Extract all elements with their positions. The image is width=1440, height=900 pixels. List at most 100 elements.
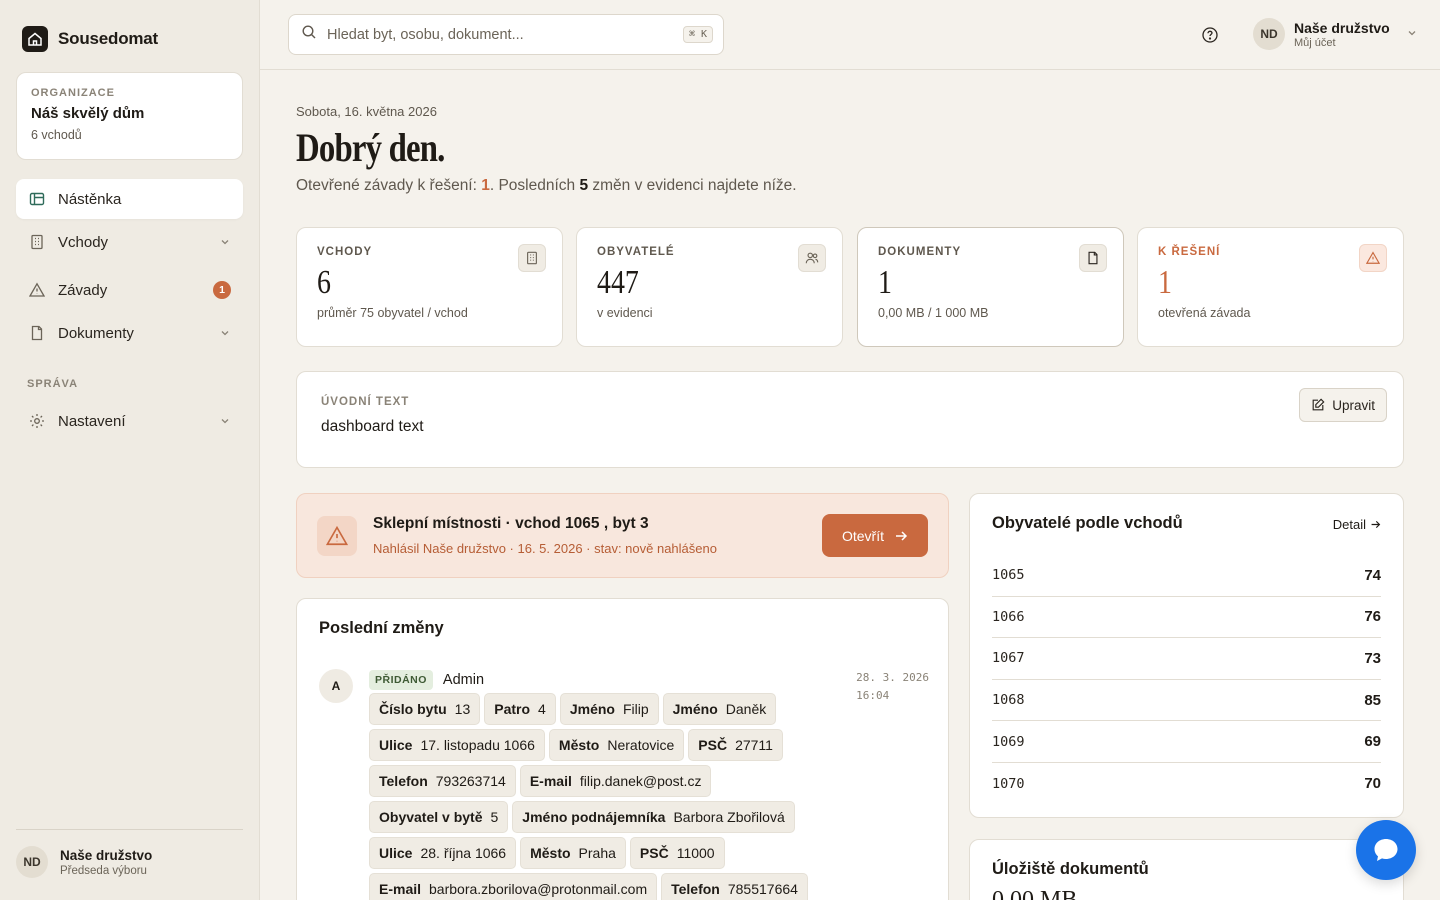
entrance-number: 1065	[992, 567, 1025, 584]
gear-icon	[28, 412, 46, 430]
field-value: Daněk	[725, 701, 767, 717]
avatar: ND	[16, 846, 48, 878]
search-box[interactable]: ⌘ K	[288, 14, 724, 55]
status-badge: PŘIDÁNO	[369, 670, 433, 690]
entrance-number: 1066	[992, 608, 1025, 625]
account-menu[interactable]: ND Naše družstvo Můj účet	[1253, 18, 1417, 50]
help-button[interactable]	[1200, 25, 1220, 45]
field-value: 27711	[735, 737, 773, 753]
intro-label: ÚVODNÍ TEXT	[321, 396, 410, 408]
edit-label: Upravit	[1332, 397, 1375, 413]
change-field-chip: E-mail filip.danek@post.cz	[519, 765, 712, 797]
field-key: Obyvatel v bytě	[379, 809, 483, 825]
arrow-right-icon	[1371, 520, 1381, 529]
topbar: ⌘ K ND Naše družstvo Můj účet	[260, 0, 1440, 70]
field-value: 785517664	[727, 881, 798, 897]
field-value: 5	[490, 809, 499, 825]
section-label-admin: SPRÁVA	[27, 378, 79, 390]
residents-row[interactable]: 1068 85	[992, 680, 1381, 722]
residents-row[interactable]: 1067 73	[992, 638, 1381, 680]
edit-intro-button[interactable]: Upravit	[1299, 388, 1387, 422]
avatar: A	[319, 669, 353, 703]
organization-sub: 6 vchodů	[31, 128, 82, 142]
stat-sub: otevřená závada	[1158, 306, 1251, 320]
residents-by-entrance-card: Obyvatelé podle vchodů Detail 1065 74 1066…	[969, 493, 1404, 818]
entrance-number: 1069	[992, 733, 1025, 750]
stat-value: 447	[597, 264, 639, 301]
change-field-chip: Jméno podnájemníka Barbora Zbořilová	[512, 801, 795, 833]
sidebar-item-settings[interactable]: Nastavení	[16, 401, 243, 441]
document-icon	[28, 324, 46, 342]
sidebar-item-label: Nastavení	[58, 412, 126, 430]
brand[interactable]: Sousedomat	[22, 26, 158, 52]
field-value: Filip	[622, 701, 649, 717]
organization-switcher[interactable]: ORGANIZACE Náš skvělý dům 6 vchodů	[16, 72, 243, 160]
field-value: 28. října 1066	[420, 845, 507, 861]
search-shortcut: ⌘ K	[682, 26, 713, 43]
change-timestamp: 28. 3. 2026 16:04	[856, 669, 929, 705]
account-name: Naše družstvo	[1294, 19, 1390, 36]
field-key: PSČ	[639, 845, 669, 861]
field-key: Telefon	[671, 881, 720, 897]
field-value: Praha	[578, 845, 616, 861]
organization-name: Náš skvělý dům	[31, 105, 145, 122]
page-title: Dobrý den.	[296, 125, 445, 170]
stat-sub: průměr 75 obyvatel / vchod	[317, 306, 468, 320]
stat-label: K ŘEŠENÍ	[1158, 246, 1221, 258]
field-key: Ulice	[379, 737, 413, 753]
change-field-chip: PSČ 27711	[688, 729, 783, 761]
search-input[interactable]	[327, 26, 673, 43]
sidebar-item-label: Závady	[58, 281, 108, 299]
building-icon	[518, 244, 546, 272]
resident-count: 69	[1364, 733, 1381, 751]
chevron-down-icon	[219, 236, 231, 248]
residents-detail-link[interactable]: Detail	[1333, 517, 1381, 532]
stat-card-residents[interactable]: OBYVATELÉ 447 v evidenci	[576, 227, 843, 347]
sidebar-item-entrances[interactable]: Vchody	[16, 222, 243, 262]
chat-button[interactable]	[1356, 820, 1416, 880]
open-defect-button[interactable]: Otevřít	[821, 514, 928, 557]
summary-open-defects: 1	[481, 177, 490, 194]
change-field-chip: Jméno Filip	[559, 693, 659, 725]
warning-icon	[317, 515, 357, 556]
defect-alert: Sklepní místnosti · vchod 1065 , byt 3 N…	[296, 493, 949, 578]
resident-count: 85	[1364, 691, 1381, 709]
recent-changes-title: Poslední změny	[319, 619, 444, 637]
user-name: Naše družstvo	[60, 847, 153, 863]
chat-icon	[1374, 839, 1398, 861]
residents-row[interactable]: 1070 70	[992, 763, 1381, 805]
storage-title: Úložiště dokumentů	[992, 860, 1149, 878]
stat-card-documents[interactable]: DOKUMENTY 1 0,00 MB / 1 000 MB	[857, 227, 1124, 347]
residents-row[interactable]: 1069 69	[992, 721, 1381, 763]
edit-icon	[1312, 398, 1325, 411]
stat-sub: v evidenci	[597, 306, 653, 320]
summary-text: Otevřené závady k řešení:	[296, 177, 482, 194]
change-field-chip: E-mail barbora.zborilova@protonmail.com	[369, 873, 658, 900]
stat-sub: 0,00 MB / 1 000 MB	[878, 306, 989, 320]
residents-row[interactable]: 1066 76	[992, 597, 1381, 639]
change-field-chip: Obyvatel v bytě 5	[369, 801, 509, 833]
avatar: ND	[1253, 18, 1285, 50]
sidebar-user[interactable]: ND Naše družstvo Předseda výboru	[16, 829, 243, 878]
residents-row[interactable]: 1065 74	[992, 555, 1381, 597]
storage-value: 0,00 MB	[992, 887, 1078, 900]
stat-card-entrances[interactable]: VCHODY 6 průměr 75 obyvatel / vchod	[296, 227, 563, 347]
field-value: Neratovice	[607, 737, 675, 753]
sidebar-item-defects[interactable]: Závady 1	[16, 270, 243, 310]
organization-label: ORGANIZACE	[31, 87, 115, 99]
stat-label: VCHODY	[317, 246, 373, 258]
stat-card-to-resolve[interactable]: K ŘEŠENÍ 1 otevřená závada	[1137, 227, 1404, 347]
defects-count-badge: 1	[213, 281, 231, 299]
sidebar: Sousedomat ORGANIZACE Náš skvělý dům 6 v…	[0, 0, 260, 900]
chevron-down-icon	[1407, 25, 1417, 43]
search-icon	[301, 24, 317, 45]
sidebar-item-documents[interactable]: Dokumenty	[16, 313, 243, 353]
field-key: Číslo bytu	[379, 701, 447, 717]
change-field-chip: PSČ 11000	[629, 837, 725, 869]
field-key: E-mail	[529, 773, 572, 789]
intro-text-card: ÚVODNÍ TEXT dashboard text Upravit	[296, 371, 1404, 468]
sidebar-item-label: Nástěnka	[58, 190, 122, 208]
building-icon	[28, 233, 46, 251]
sidebar-item-dashboard[interactable]: Nástěnka	[16, 179, 243, 219]
home-icon	[22, 26, 48, 52]
